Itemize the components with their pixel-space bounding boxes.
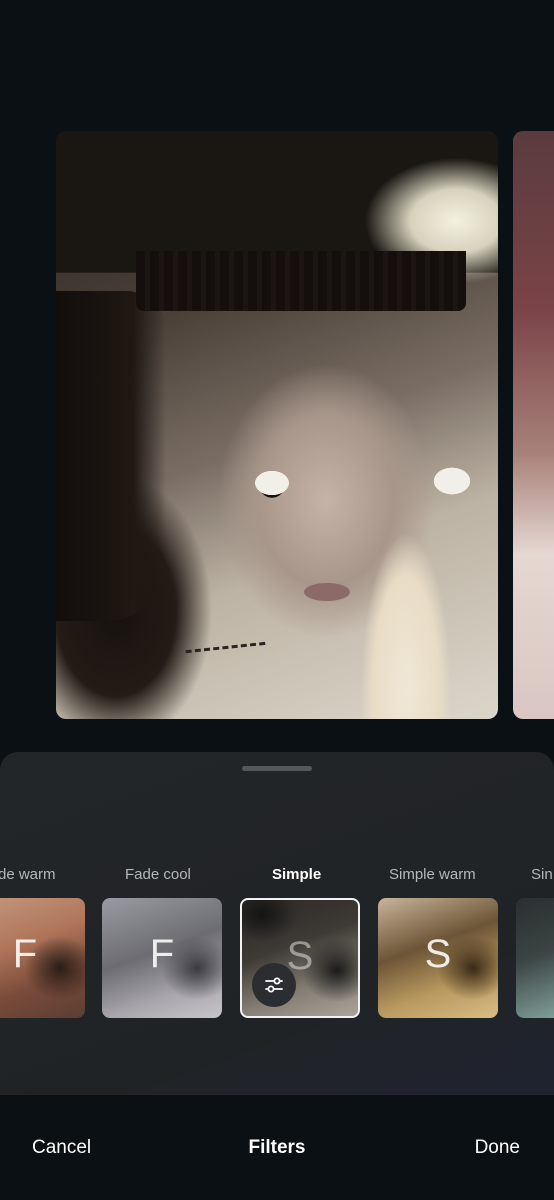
filter-thumb-simple-warm[interactable]: S [378, 898, 498, 1018]
filter-editor-screen: de warm Fade cool Simple Simple warm Sin… [0, 0, 554, 1200]
filter-thumb-letter: F [12, 932, 38, 976]
filter-label-fade-cool: Fade cool [125, 866, 191, 883]
filter-thumb-letter: F [149, 932, 175, 976]
done-button[interactable]: Done [475, 1137, 520, 1159]
photo-detail [304, 583, 350, 601]
filter-label-fade-warm: de warm [0, 866, 56, 883]
drag-handle-icon[interactable] [242, 766, 312, 771]
sliders-icon [265, 977, 283, 993]
filter-label-simple-warm: Simple warm [389, 866, 476, 883]
filter-thumb-letter: S [424, 932, 452, 976]
photo-detail [136, 251, 466, 311]
filter-thumb-next[interactable] [516, 898, 554, 1018]
filter-label-simple: Simple [272, 866, 322, 883]
filter-label-next: Sin [531, 866, 553, 883]
next-photo-preview[interactable] [513, 131, 554, 719]
photo-preview[interactable] [56, 131, 498, 719]
cancel-button[interactable]: Cancel [32, 1137, 91, 1159]
filter-thumb-fade-warm[interactable]: F [0, 898, 85, 1018]
photo-detail [56, 291, 166, 621]
filter-thumb-fade-cool[interactable]: F [102, 898, 222, 1018]
adjust-filter-button[interactable] [252, 963, 296, 1007]
photo-detail [185, 641, 267, 665]
